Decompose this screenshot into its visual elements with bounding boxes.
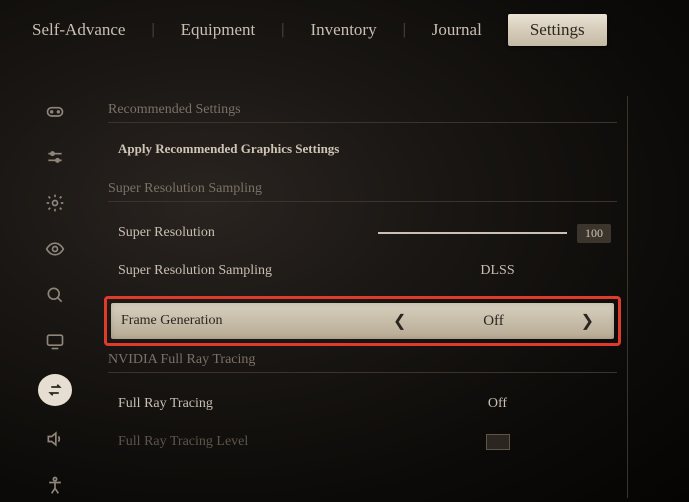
- row-label: Super Resolution: [118, 225, 378, 241]
- row-full-ray-tracing[interactable]: Full Ray Tracing Off: [108, 385, 617, 423]
- gear-icon[interactable]: [41, 190, 69, 216]
- accessibility-icon[interactable]: [41, 472, 69, 498]
- tab-self-advance[interactable]: Self-Advance: [28, 14, 129, 46]
- display-icon[interactable]: [41, 328, 69, 354]
- row-label: Super Resolution Sampling: [118, 263, 378, 279]
- row-frame-generation[interactable]: Frame Generation ❮ Off ❯: [111, 303, 614, 339]
- frame-generation-selector: ❮ Off ❯: [381, 311, 614, 331]
- row-value: DLSS: [378, 263, 617, 279]
- tab-inventory[interactable]: Inventory: [306, 14, 380, 46]
- row-value: [378, 434, 617, 450]
- controller-icon[interactable]: [41, 98, 69, 124]
- settings-category-column: [30, 96, 80, 498]
- section-header-srs: Super Resolution Sampling: [108, 181, 617, 202]
- chevron-left-icon[interactable]: ❮: [387, 311, 412, 331]
- audio-icon[interactable]: [41, 426, 69, 452]
- settings-content: Recommended Settings Apply Recommended G…: [80, 96, 628, 498]
- level-indicator-icon: [486, 434, 510, 450]
- apply-recommended-button[interactable]: Apply Recommended Graphics Settings: [108, 135, 617, 175]
- section-header-recommended: Recommended Settings: [108, 102, 617, 123]
- slider-value: 100: [577, 224, 611, 243]
- row-srs-mode[interactable]: Super Resolution Sampling DLSS: [108, 252, 617, 290]
- top-tabs: Self-Advance | Equipment | Inventory | J…: [0, 0, 689, 56]
- tab-equipment[interactable]: Equipment: [177, 14, 260, 46]
- chevron-right-icon[interactable]: ❯: [575, 311, 600, 331]
- row-label: Full Ray Tracing: [118, 396, 378, 412]
- search-icon[interactable]: [41, 282, 69, 308]
- section-header-rt: NVIDIA Full Ray Tracing: [108, 352, 617, 373]
- sliders-icon[interactable]: [41, 144, 69, 170]
- eye-icon[interactable]: [41, 236, 69, 262]
- settings-main: Recommended Settings Apply Recommended G…: [0, 56, 689, 498]
- tab-separator: |: [151, 21, 154, 39]
- row-value: Off: [378, 396, 617, 412]
- tab-settings[interactable]: Settings: [508, 14, 607, 46]
- tab-journal[interactable]: Journal: [428, 14, 486, 46]
- super-resolution-slider[interactable]: 100: [378, 224, 617, 243]
- tab-separator: |: [281, 21, 284, 39]
- slider-track[interactable]: [378, 232, 567, 234]
- row-ray-tracing-level: Full Ray Tracing Level: [108, 423, 617, 461]
- swap-icon[interactable]: [38, 374, 72, 406]
- tab-separator: |: [403, 21, 406, 39]
- row-super-resolution[interactable]: Super Resolution 100: [108, 214, 617, 252]
- row-label: Full Ray Tracing Level: [118, 434, 378, 450]
- selector-value: Off: [483, 313, 504, 330]
- row-label: Frame Generation: [121, 313, 381, 329]
- highlight-box: Frame Generation ❮ Off ❯: [104, 296, 621, 346]
